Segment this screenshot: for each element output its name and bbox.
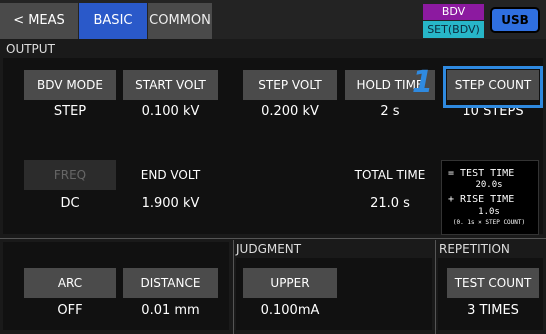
formula-line5: (0. 1s × STEP COUNT)	[452, 219, 526, 226]
end-volt-label: END VOLT	[140, 168, 201, 182]
start-volt-value: 0.100 kV	[141, 104, 200, 119]
test-count-value: 3 TIMES	[467, 303, 519, 318]
usb-button[interactable]: USB	[490, 7, 540, 33]
callout-number: 1	[412, 65, 433, 100]
step-count-highlight	[443, 66, 543, 108]
tab-common[interactable]: COMMON	[148, 3, 212, 39]
bdv-label: BDV	[423, 4, 484, 20]
formula-line1: = TEST TIME	[448, 168, 515, 179]
freq-button[interactable]: FREQ	[24, 160, 116, 190]
formula-line4: 1.0s	[478, 207, 500, 217]
bdv-mode-value: STEP	[53, 104, 87, 119]
formula-line2: 20.0s	[475, 180, 503, 190]
test-count-button[interactable]: TEST COUNT	[447, 268, 539, 298]
set-bdv-label: SET(BDV)	[423, 21, 484, 38]
end-volt-value: 1.900 kV	[141, 196, 200, 211]
judgment-section-label: JUDGMENT	[236, 242, 302, 256]
step-volt-button[interactable]: STEP VOLT	[243, 70, 337, 100]
freq-value: DC	[60, 196, 80, 211]
distance-button[interactable]: DISTANCE	[123, 268, 218, 298]
total-time-formula: = TEST TIME 20.0s + RISE TIME 1.0s (0. 1…	[441, 160, 539, 235]
formula-line3: + RISE TIME	[448, 194, 515, 205]
distance-value: 0.01 mm	[141, 303, 200, 318]
arc-button[interactable]: ARC	[24, 268, 116, 298]
upper-button[interactable]: UPPER	[243, 268, 337, 298]
step-volt-value: 0.200 kV	[261, 104, 319, 119]
output-section-label: OUTPUT	[6, 42, 55, 56]
arc-value: OFF	[57, 303, 83, 318]
tab-meas[interactable]: < MEAS	[0, 3, 78, 39]
bdv-mode-button[interactable]: BDV MODE	[24, 70, 116, 100]
tab-basic[interactable]: BASIC	[79, 3, 147, 39]
divider-repetition	[435, 240, 436, 334]
total-time-value: 21.0 s	[370, 196, 410, 211]
upper-value: 0.100mA	[260, 303, 320, 318]
section-divider	[0, 238, 546, 239]
start-volt-button[interactable]: START VOLT	[123, 70, 218, 100]
bdv-status: BDV SET(BDV)	[423, 4, 484, 38]
repetition-section-label: REPETITION	[439, 242, 510, 256]
hold-time-value: 2 s	[380, 104, 400, 119]
divider-judgment	[233, 240, 234, 334]
total-time-label: TOTAL TIME	[354, 168, 426, 182]
